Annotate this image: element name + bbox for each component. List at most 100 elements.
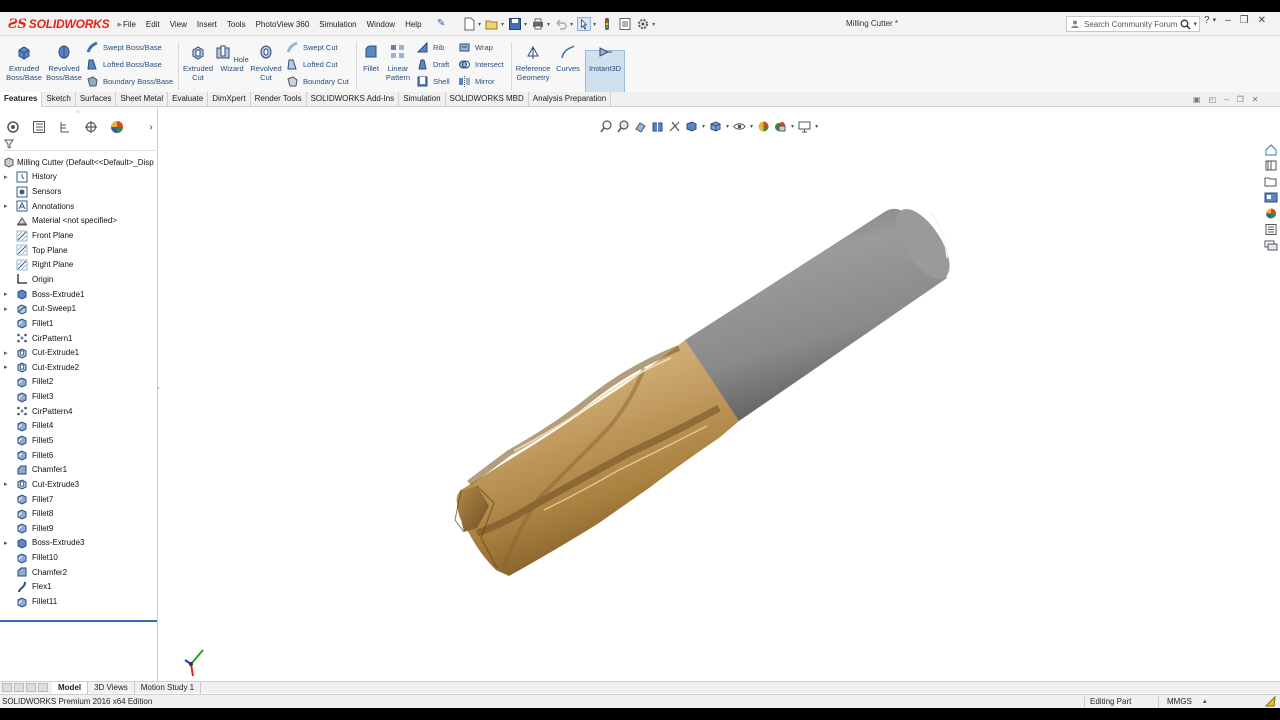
revolved-cut-button[interactable]: Revolved Cut (248, 44, 284, 82)
expand-arrow-icon[interactable]: ▸ (4, 290, 8, 298)
first-tab-icon[interactable] (2, 683, 12, 692)
options-gear-icon[interactable] (636, 17, 650, 31)
print-icon[interactable] (531, 17, 545, 31)
tree-item[interactable]: ▸ Cut-Extrude2 (0, 360, 158, 375)
tab-evaluate[interactable]: Evaluate (168, 92, 209, 107)
menu-window[interactable]: Window (362, 20, 400, 29)
pin-icon[interactable]: ✎ (437, 18, 445, 29)
appearances-icon[interactable] (1264, 207, 1278, 220)
tree-item[interactable]: Fillet8 (0, 506, 158, 521)
unit-dropdown-icon[interactable]: ▴ (1203, 697, 1207, 705)
tab-simulation[interactable]: Simulation (399, 92, 446, 107)
tree-item[interactable]: Flex1 (0, 580, 158, 595)
hole-wizard-button[interactable]: Hole Wizard (215, 44, 249, 73)
custom-properties-icon[interactable] (1264, 223, 1278, 236)
tab-mbd[interactable]: SOLIDWORKS MBD (446, 92, 529, 107)
menu-file[interactable]: File (118, 20, 141, 29)
hide-show-dropdown-icon[interactable]: ▾ (750, 123, 753, 130)
edit-appearance-icon[interactable] (757, 120, 770, 133)
doc-minimize-icon[interactable]: – (1224, 95, 1228, 104)
extruded-cut-button[interactable]: Extruded Cut (180, 44, 216, 82)
tree-item[interactable]: Fillet7 (0, 492, 158, 507)
tab-3d-views[interactable]: 3D Views (88, 681, 135, 694)
extruded-boss-button[interactable]: Extruded Boss/Base (4, 44, 44, 82)
tree-item[interactable]: ▸ Cut-Sweep1 (0, 301, 158, 316)
intersect-button[interactable]: Intersect (458, 57, 504, 71)
search-input[interactable]: Search Community Forum (1084, 20, 1177, 29)
display-style-icon[interactable] (709, 120, 722, 133)
tree-item[interactable]: ▸ Boss-Extrude3 (0, 536, 158, 551)
tree-root-part[interactable]: Milling Cutter (Default<<Default>_Disp (0, 155, 158, 170)
restore-icon[interactable]: ❐ (1240, 15, 1249, 26)
tree-item[interactable]: Sensors (0, 184, 158, 199)
dimxpert-manager-tab[interactable] (78, 119, 104, 135)
search-box[interactable]: Search Community Forum ▾ (1066, 16, 1200, 32)
select-dropdown-icon[interactable]: ▾ (593, 21, 596, 28)
swept-cut-button[interactable]: Swept Cut (286, 40, 338, 54)
tree-filter[interactable] (4, 139, 156, 151)
prev-tab-icon[interactable] (14, 683, 24, 692)
reference-geometry-button[interactable]: Reference Geometry (513, 44, 553, 82)
solidworks-resources-icon[interactable] (1264, 143, 1278, 156)
menu-help[interactable]: Help (400, 20, 426, 29)
zoom-to-fit-icon[interactable] (600, 120, 613, 133)
tree-item[interactable]: CirPattern1 (0, 331, 158, 346)
tile-icon[interactable]: ▣ (1193, 95, 1201, 104)
tree-item[interactable]: Fillet9 (0, 521, 158, 536)
lofted-boss-button[interactable]: Lofted Boss/Base (86, 57, 162, 71)
graphics-area[interactable] (159, 108, 1280, 688)
tab-analysis-prep[interactable]: Analysis Preparation (529, 92, 612, 107)
expand-arrow-icon[interactable]: ▸ (4, 480, 8, 488)
tree-item[interactable]: Fillet6 (0, 448, 158, 463)
tree-item[interactable]: Top Plane (0, 243, 158, 258)
wrap-button[interactable]: Wrap (458, 40, 493, 54)
rebuild-icon[interactable] (600, 17, 614, 31)
milling-cutter-model[interactable] (159, 108, 1280, 688)
apply-scene-dropdown-icon[interactable]: ▾ (791, 123, 794, 130)
lofted-cut-button[interactable]: Lofted Cut (286, 57, 338, 71)
next-tab-icon[interactable] (26, 683, 36, 692)
expand-arrow-icon[interactable]: ▸ (4, 363, 8, 371)
new-window-icon[interactable]: ◰ (1209, 95, 1217, 104)
expand-arrow-icon[interactable]: ▸ (4, 539, 8, 547)
dynamic-annotation-icon[interactable] (668, 120, 681, 133)
search-dropdown-icon[interactable]: ▾ (1193, 20, 1197, 28)
apply-scene-icon[interactable] (774, 120, 787, 133)
tree-item[interactable]: ▸ Boss-Extrude1 (0, 287, 158, 302)
boundary-cut-button[interactable]: Boundary Cut (286, 74, 349, 88)
new-dropdown-icon[interactable]: ▾ (478, 21, 481, 28)
doc-restore-icon[interactable]: ❐ (1237, 95, 1244, 104)
hide-show-items-icon[interactable] (733, 120, 746, 133)
last-tab-icon[interactable] (38, 683, 48, 692)
revolved-boss-button[interactable]: Revolved Boss/Base (44, 44, 84, 82)
panel-expand-tab[interactable]: › (144, 119, 158, 135)
tree-item[interactable]: Chamfer1 (0, 462, 158, 477)
print-dropdown-icon[interactable]: ▾ (547, 21, 550, 28)
tree-item[interactable]: Front Plane (0, 228, 158, 243)
display-manager-tab[interactable] (104, 119, 130, 135)
undo-icon[interactable] (554, 17, 568, 31)
swept-boss-button[interactable]: Swept Boss/Base (86, 40, 162, 54)
view-settings-dropdown-icon[interactable]: ▾ (815, 123, 818, 130)
tree-item[interactable]: Chamfer2 (0, 565, 158, 580)
tab-render-tools[interactable]: Render Tools (251, 92, 307, 107)
configuration-manager-tab[interactable] (52, 119, 78, 135)
menu-edit[interactable]: Edit (141, 20, 165, 29)
undo-dropdown-icon[interactable]: ▾ (570, 21, 573, 28)
rollback-bar[interactable] (0, 620, 157, 622)
expand-arrow-icon[interactable]: ▸ (4, 305, 8, 313)
tab-dimxpert[interactable]: DimXpert (208, 92, 251, 107)
tree-item[interactable]: ▸ Cut-Extrude3 (0, 477, 158, 492)
draft-button[interactable]: Draft (416, 57, 449, 71)
panel-grip-icon[interactable]: ○ (76, 109, 80, 115)
file-properties-icon[interactable] (618, 17, 632, 31)
search-icon[interactable] (1180, 19, 1192, 30)
feature-tree-tab[interactable] (0, 119, 26, 135)
tree-item[interactable]: ▸ Annotations (0, 199, 158, 214)
mirror-button[interactable]: Mirror (458, 74, 495, 88)
view-settings-icon[interactable] (798, 120, 811, 133)
display-style-dropdown-icon[interactable]: ▾ (726, 123, 729, 130)
view-orientation-icon[interactable] (685, 120, 698, 133)
tab-model[interactable]: Model (52, 681, 89, 694)
axis-triad-icon[interactable] (181, 642, 211, 678)
